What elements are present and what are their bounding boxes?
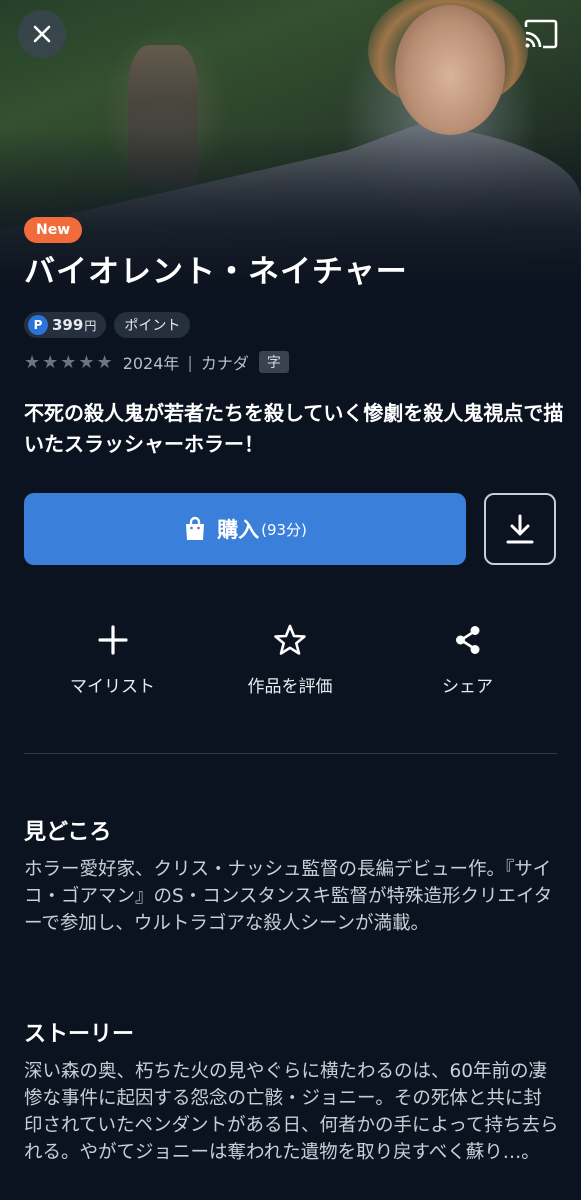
rate-label: 作品を評価 <box>247 677 333 697</box>
meta-row: ★★★★★ 2024年 | カナダ 字 <box>24 350 289 374</box>
meta-separator: | <box>187 352 193 372</box>
country: カナダ <box>200 354 249 373</box>
star-icon <box>274 624 306 655</box>
download-button[interactable] <box>484 493 556 565</box>
buy-duration: (93分) <box>261 520 307 539</box>
highlights-title: 見どころ <box>24 820 112 845</box>
action-row: マイリスト 作品を評価 シェア <box>24 620 556 697</box>
divider <box>24 753 557 754</box>
share-icon <box>455 626 479 654</box>
share-label: シェア <box>442 677 493 697</box>
page-title: バイオレント・ネイチャー <box>24 254 408 290</box>
new-badge: New <box>24 217 83 243</box>
download-icon <box>506 514 534 544</box>
cast-icon <box>524 19 558 49</box>
cast-button[interactable] <box>521 16 561 52</box>
rating-stars: ★★★★★ <box>24 351 115 373</box>
close-icon <box>33 25 51 43</box>
point-icon: P <box>28 315 48 335</box>
hero-person-face <box>395 5 505 135</box>
story-title: ストーリー <box>24 1022 135 1047</box>
plus-icon <box>97 625 128 655</box>
price-amount: 399 <box>52 316 84 334</box>
shopping-bag-icon <box>186 516 205 540</box>
mylist-button[interactable]: マイリスト <box>24 620 201 697</box>
points-chip: ポイント <box>114 312 191 338</box>
mylist-label: マイリスト <box>70 677 155 697</box>
rate-button[interactable]: 作品を評価 <box>202 620 379 697</box>
share-button[interactable]: シェア <box>379 620 556 697</box>
highlights-body: ホラー愛好家、クリス・ナッシュ監督の長編デビュー作。『サイコ・ゴアマン』のS・コ… <box>24 859 553 934</box>
buy-button[interactable]: 購入 (93分) <box>24 493 466 565</box>
tagline: 不死の殺人鬼が若者たちを殺していく惨劇を殺人鬼視点で描いたスラッシャーホラー！ <box>24 401 564 456</box>
price-chip: P 399 円 <box>24 312 107 338</box>
price-unit: 円 <box>84 318 97 333</box>
story-body: 深い森の奥、朽ちた火の見やぐらに横たわるのは、60年前の凄惨な事件に起因する怨念… <box>24 1061 559 1163</box>
close-button[interactable] <box>18 10 66 58</box>
price-row: P 399 円 ポイント <box>24 312 191 338</box>
buy-label: 購入 <box>217 518 260 542</box>
release-year: 2024年 <box>122 354 180 373</box>
subtitle-badge: 字 <box>258 351 289 373</box>
